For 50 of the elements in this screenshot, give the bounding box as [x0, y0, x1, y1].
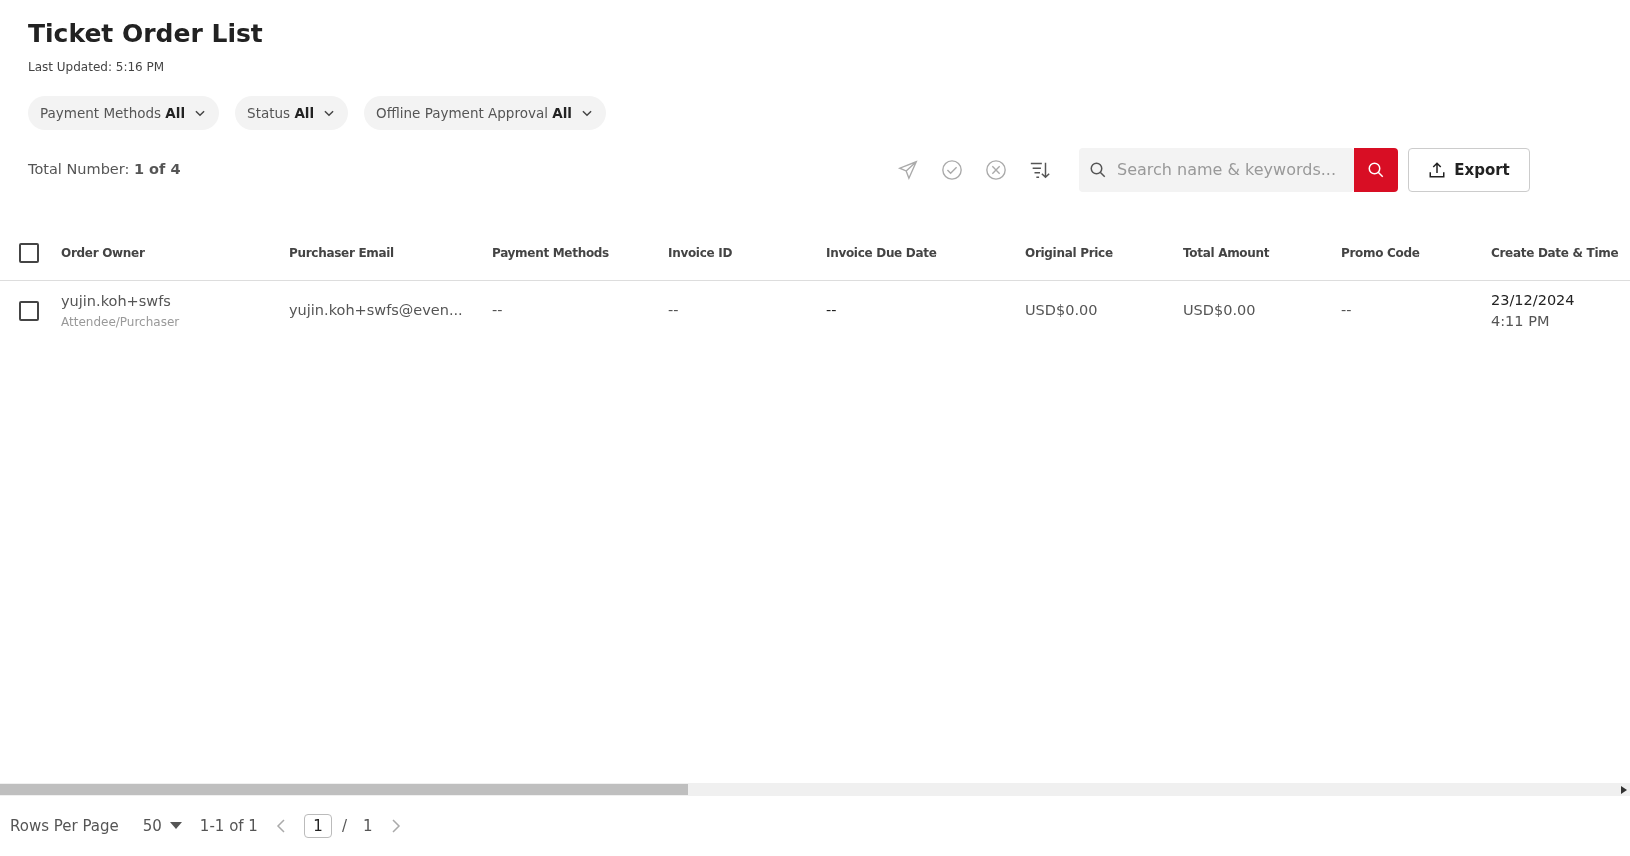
search-icon	[1089, 161, 1107, 179]
send-icon[interactable]	[897, 159, 919, 181]
last-updated-text: Last Updated: 5:16 PM	[28, 59, 166, 76]
column-header: Invoice ID	[668, 245, 733, 260]
table-cell: --	[826, 302, 837, 319]
previous-page-icon[interactable]	[275, 819, 286, 833]
search-field[interactable]: Search name & keywords...	[1079, 148, 1354, 192]
column-header: Purchaser Email	[289, 245, 394, 260]
filter-dropdown[interactable]: Status All	[235, 96, 349, 130]
owner-role: Attendee/Purchaser	[61, 314, 181, 332]
scroll-right-icon[interactable]	[1621, 785, 1627, 794]
search-field[interactable]: Search name & keywords...	[1115, 157, 1340, 183]
table-cell: yujin.koh+swfs@even...	[289, 302, 463, 319]
table-cell: USD$0.00	[1025, 302, 1098, 319]
table-cell: --	[492, 302, 503, 319]
table-cell: USD$0.00	[1183, 302, 1256, 319]
page-number-field[interactable]: 1	[303, 814, 332, 838]
filter-dropdown[interactable]: Offline Payment Approval All	[364, 96, 606, 130]
horizontal-scrollbar[interactable]	[0, 783, 1630, 796]
create-date: 23/12/2024	[1491, 290, 1576, 310]
filter-dropdown[interactable]: Payment Methods All	[28, 96, 220, 130]
table-cell: --	[1341, 302, 1352, 319]
rows-per-page-select[interactable]: 50	[142, 814, 182, 838]
column-header: Total Amount	[1183, 245, 1270, 260]
page-count: 1	[362, 815, 373, 837]
column-header: Original Price	[1025, 245, 1113, 260]
rows-per-page-label: Rows Per Page	[10, 815, 119, 837]
owner-name: yujin.koh+swfs	[61, 292, 172, 312]
next-page-icon[interactable]	[390, 819, 401, 833]
column-header: Payment Methods	[492, 245, 609, 260]
page-separator: /	[341, 815, 347, 837]
column-header: Create Date & Time	[1491, 245, 1619, 260]
total-number-text: Total Number: 1 of 4	[28, 160, 181, 180]
caret-down-icon	[169, 822, 182, 830]
column-header: Invoice Due Date	[826, 245, 937, 260]
export-button[interactable]: Export	[1408, 148, 1530, 192]
check-circle-icon[interactable]	[941, 159, 963, 181]
cancel-circle-icon[interactable]	[985, 159, 1007, 181]
table-cell: --	[668, 302, 679, 319]
page-range-text: 1-1 of 1	[199, 815, 258, 837]
scrollbar-thumb[interactable]	[0, 784, 688, 795]
column-header: Promo Code	[1341, 245, 1420, 260]
row-checkbox[interactable]	[19, 301, 39, 322]
select-all-checkbox[interactable]	[19, 242, 39, 263]
search-button[interactable]	[1354, 148, 1398, 192]
upload-icon	[1428, 161, 1447, 179]
page-title: Ticket Order List	[28, 18, 264, 50]
create-time: 4:11 PM	[1491, 312, 1551, 332]
column-header: Order Owner	[61, 245, 145, 260]
search-icon	[1367, 161, 1385, 179]
